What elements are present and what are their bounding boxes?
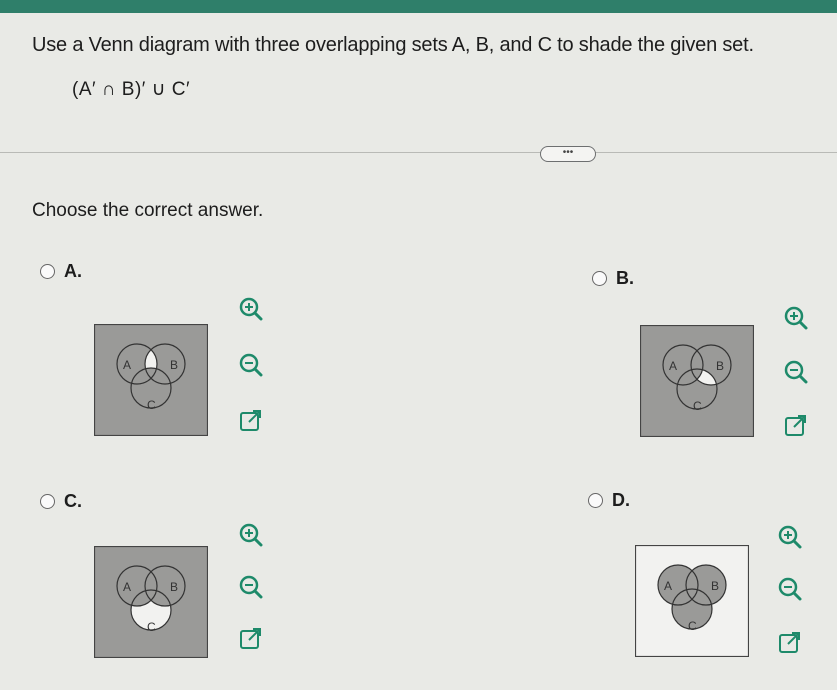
open-external-icon[interactable] bbox=[238, 408, 264, 434]
option-d-radio[interactable] bbox=[588, 493, 603, 508]
svg-text:A: A bbox=[664, 579, 672, 593]
set-expression: (A′ ∩ B)′ ∪ C′ bbox=[72, 79, 191, 100]
zoom-in-icon[interactable] bbox=[238, 522, 264, 548]
svg-text:A: A bbox=[123, 580, 131, 594]
svg-text:A: A bbox=[669, 359, 677, 373]
option-d-venn-diagram: A B C bbox=[635, 545, 749, 657]
more-button[interactable]: ••• bbox=[540, 146, 596, 162]
svg-text:B: B bbox=[170, 580, 178, 594]
option-a-radio[interactable] bbox=[40, 264, 55, 279]
option-a-venn-diagram: A B C bbox=[94, 324, 208, 436]
option-a-label: A. bbox=[64, 261, 82, 281]
option-b-radio[interactable] bbox=[592, 271, 607, 286]
option-c-radio[interactable] bbox=[40, 494, 55, 509]
zoom-out-icon[interactable] bbox=[783, 359, 809, 385]
zoom-in-icon[interactable] bbox=[783, 305, 809, 331]
svg-text:B: B bbox=[716, 359, 724, 373]
top-bar bbox=[0, 0, 837, 13]
svg-text:C: C bbox=[147, 398, 156, 412]
option-c-label: C. bbox=[64, 491, 82, 511]
svg-text:C: C bbox=[688, 619, 697, 633]
option-c[interactable]: C. bbox=[40, 491, 82, 512]
zoom-in-icon[interactable] bbox=[777, 524, 803, 550]
option-d-label: D. bbox=[612, 490, 630, 510]
svg-text:C: C bbox=[693, 399, 702, 413]
option-b[interactable]: B. bbox=[592, 268, 634, 289]
open-external-icon[interactable] bbox=[777, 630, 803, 656]
question-text: Use a Venn diagram with three overlappin… bbox=[32, 34, 754, 56]
zoom-out-icon[interactable] bbox=[238, 352, 264, 378]
divider bbox=[0, 152, 837, 153]
option-b-venn-diagram: A B C bbox=[640, 325, 754, 437]
zoom-in-icon[interactable] bbox=[238, 296, 264, 322]
svg-text:B: B bbox=[170, 358, 178, 372]
option-d[interactable]: D. bbox=[588, 490, 630, 511]
option-a[interactable]: A. bbox=[40, 261, 82, 282]
option-b-label: B. bbox=[616, 268, 634, 288]
zoom-out-icon[interactable] bbox=[238, 574, 264, 600]
svg-text:B: B bbox=[711, 579, 719, 593]
answer-prompt: Choose the correct answer. bbox=[32, 200, 264, 221]
option-c-venn-diagram: A B C bbox=[94, 546, 208, 658]
open-external-icon[interactable] bbox=[783, 413, 809, 439]
svg-text:A: A bbox=[123, 358, 131, 372]
open-external-icon[interactable] bbox=[238, 626, 264, 652]
zoom-out-icon[interactable] bbox=[777, 576, 803, 602]
svg-text:C: C bbox=[147, 620, 156, 634]
